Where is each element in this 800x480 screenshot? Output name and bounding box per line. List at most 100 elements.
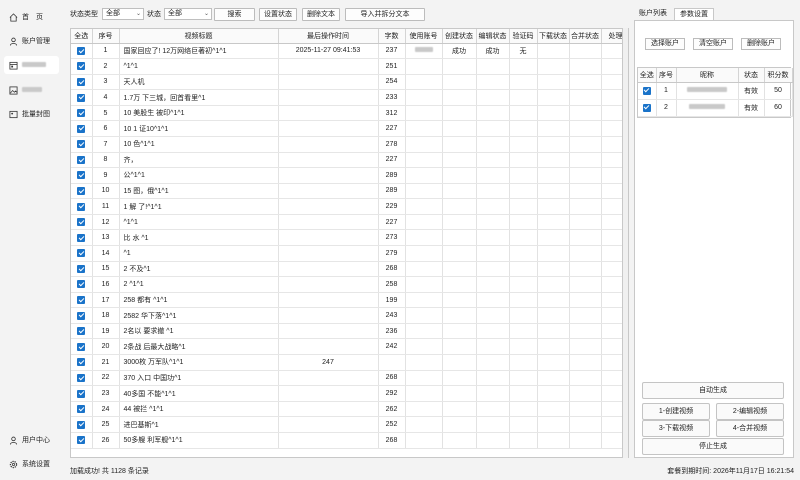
table-row[interactable]: 2 ^1^1 251 — [71, 58, 622, 75]
table-row[interactable]: 18 2582 华下落^1^1 243 — [71, 307, 622, 324]
row-checkbox[interactable] — [71, 323, 93, 340]
table-row[interactable]: 19 2名以 要求撤 ^1 236 — [71, 323, 622, 340]
row-checkbox[interactable] — [71, 105, 93, 122]
table-row[interactable]: 8 齐， 227 — [71, 152, 622, 169]
table-row[interactable]: 1 国家回应了! 12万网络巨著初^1^1 2025-11-27 09:41:53 2… — [71, 43, 622, 60]
account-checkbox[interactable] — [638, 99, 657, 117]
col-header-chars[interactable]: 字数 — [378, 29, 406, 44]
acc-col-status[interactable]: 状态 — [738, 68, 765, 83]
row-checkbox[interactable] — [71, 120, 93, 137]
table-row[interactable]: 7 10 色^1^1 278 — [71, 136, 622, 153]
row-download-status — [537, 370, 570, 387]
table-row[interactable]: 15 2 不及^1 268 — [71, 261, 622, 278]
status-select[interactable]: 全部 ⌄ — [164, 8, 212, 20]
merge-video-button[interactable]: 4-合并视频 — [716, 420, 784, 437]
sidebar-item-video-tasks[interactable] — [4, 56, 59, 74]
row-checkbox[interactable] — [71, 167, 93, 184]
download-video-button[interactable]: 3-下载视频 — [642, 420, 710, 437]
row-checkbox[interactable] — [71, 385, 93, 402]
sidebar-item-account-management[interactable]: 账户管理 — [4, 32, 59, 50]
row-checkbox[interactable] — [71, 432, 93, 449]
row-checkbox[interactable] — [71, 401, 93, 418]
col-header-title[interactable]: 视频标题 — [119, 29, 279, 44]
edit-video-button[interactable]: 2-编辑视频 — [716, 403, 784, 420]
table-row[interactable]: 4 1.7万 下三城，回首看里^1 233 — [71, 89, 622, 106]
row-checkbox[interactable] — [71, 214, 93, 231]
col-header-edit-status[interactable]: 编辑状态 — [476, 29, 510, 44]
table-row[interactable]: 21 3000枚 万军队^1^1 247 — [71, 354, 622, 371]
row-checkbox[interactable] — [71, 276, 93, 293]
account-row[interactable]: 2 有效 60 — [638, 99, 793, 117]
row-checkbox[interactable] — [71, 307, 93, 324]
sidebar-item-user-center[interactable]: 用户中心 — [4, 431, 59, 449]
col-header-captcha[interactable]: 验证码 — [509, 29, 538, 44]
row-checkbox[interactable] — [71, 292, 93, 309]
clear-account-button[interactable]: 清空账户 — [693, 38, 733, 50]
table-row[interactable]: 12 ^1^1 227 — [71, 214, 622, 231]
table-row[interactable]: 5 10 美股生 被印^1^1 312 — [71, 105, 622, 122]
col-header-time[interactable]: 最后操作时间 — [278, 29, 379, 44]
col-header-download-status[interactable]: 下载状态 — [537, 29, 570, 44]
row-checkbox[interactable] — [71, 183, 93, 200]
search-button[interactable]: 搜索 — [214, 8, 255, 21]
row-checkbox[interactable] — [71, 229, 93, 247]
table-row[interactable]: 16 2 ^1^1 258 — [71, 276, 622, 293]
acc-col-points[interactable]: 积分数 — [764, 68, 793, 83]
sidebar-item-batch-cover[interactable]: 批量封图 — [4, 105, 59, 123]
col-header-merge-status[interactable]: 合并状态 — [569, 29, 602, 44]
row-checkbox[interactable] — [71, 354, 93, 371]
auto-generate-button[interactable]: 自动生成 — [642, 382, 784, 399]
row-checkbox[interactable] — [71, 245, 93, 262]
stop-generate-button[interactable]: 停止生成 — [642, 438, 784, 455]
table-row[interactable]: 26 50多艘 利军舰^1^1 268 — [71, 432, 622, 449]
col-header-account[interactable]: 使用账号 — [405, 29, 443, 44]
row-checkbox[interactable] — [71, 416, 93, 433]
delete-account-button[interactable]: 删除账户 — [741, 38, 781, 50]
acc-col-nickname[interactable]: 昵称 — [676, 68, 739, 83]
table-row[interactable]: 22 370 入口 中国功^1 268 — [71, 370, 622, 387]
table-scrollbar[interactable] — [623, 28, 629, 458]
col-header-process-info[interactable]: 处理信息 — [601, 29, 622, 44]
import-split-button[interactable]: 导入并拆分文本 — [345, 8, 425, 21]
account-checkbox[interactable] — [638, 82, 657, 100]
row-checkbox[interactable] — [71, 338, 93, 356]
sidebar-item-settings[interactable]: 系统设置 — [4, 455, 59, 473]
col-header-select-all[interactable]: 全选 — [71, 29, 93, 44]
table-row[interactable]: 9 公^1^1 289 — [71, 167, 622, 184]
delete-text-button[interactable]: 删除文本 — [302, 8, 340, 21]
row-checkbox[interactable] — [71, 89, 93, 106]
acc-col-select-all[interactable]: 全选 — [638, 68, 657, 83]
row-checkbox[interactable] — [71, 152, 93, 169]
table-row[interactable]: 23 40多国 不能^1^1 292 — [71, 385, 622, 402]
set-status-button[interactable]: 设置状态 — [259, 8, 297, 21]
create-video-button[interactable]: 1-创建视频 — [642, 403, 710, 420]
table-row[interactable]: 11 1 解 了!^1^1 229 — [71, 198, 622, 215]
table-row[interactable]: 6 10 1 证10^1^1 227 — [71, 120, 622, 137]
table-row[interactable]: 24 44 被拦 ^1^1 262 — [71, 401, 622, 418]
account-row[interactable]: 1 有效 50 — [638, 82, 793, 100]
row-checkbox[interactable] — [71, 136, 93, 153]
table-row[interactable]: 14 ^1 279 — [71, 245, 622, 262]
table-row[interactable]: 20 2条战 后最大战略^1 242 — [71, 338, 622, 356]
row-checkbox[interactable] — [71, 198, 93, 215]
col-header-index[interactable]: 序号 — [92, 29, 120, 44]
row-download-status — [537, 276, 570, 293]
select-account-button[interactable]: 选择账户 — [645, 38, 685, 50]
sidebar-item-home[interactable]: 首 页 — [4, 8, 59, 26]
table-row[interactable]: 10 15 图，俄^1^1 289 — [71, 183, 622, 200]
acc-col-index[interactable]: 序号 — [656, 68, 677, 83]
table-row[interactable]: 3 天人机 254 — [71, 74, 622, 91]
row-checkbox[interactable] — [71, 370, 93, 387]
col-header-create-status[interactable]: 创建状态 — [442, 29, 477, 44]
status-type-select[interactable]: 全部 ⌄ — [102, 8, 144, 20]
table-row[interactable]: 13 比 水 ^1 273 — [71, 229, 622, 247]
table-row[interactable]: 17 258 都有 ^1^1 199 — [71, 292, 622, 309]
row-checkbox[interactable] — [71, 74, 93, 91]
sidebar-item-image-tools[interactable] — [4, 81, 59, 99]
tab-parameter-settings[interactable]: 参数设置 — [674, 8, 714, 20]
row-checkbox[interactable] — [71, 43, 93, 60]
row-checkbox[interactable] — [71, 261, 93, 278]
tab-account-list[interactable]: 账户列表 — [634, 8, 672, 20]
table-row[interactable]: 25 进巴基斯^1 252 — [71, 416, 622, 433]
row-checkbox[interactable] — [71, 58, 93, 75]
